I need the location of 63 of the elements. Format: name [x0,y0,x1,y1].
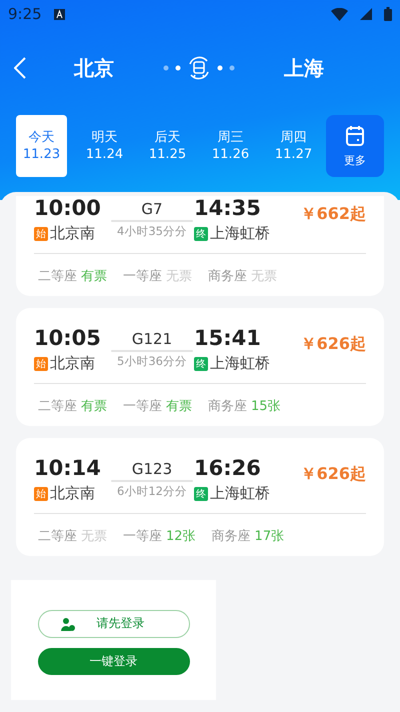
seat-availability: 12张 [166,529,196,544]
login-prompt-button[interactable]: 请先登录 [38,610,190,638]
seat-class: 商务座 [208,269,247,284]
seat-class: 一等座 [123,529,162,544]
travel-duration: 4小时35分分 [117,224,187,239]
more-dates-button[interactable]: 更多 [326,115,384,177]
seat-availability: 有票 [81,269,107,284]
signal-icon [360,8,372,20]
origin-badge: 始 [34,356,48,370]
calendar-icon [345,124,365,146]
departure-city[interactable]: 北京 [54,54,134,82]
seat-class: 二等座 [38,269,77,284]
departure-station: 北京南 [50,354,95,373]
arrival-time: 15:41 [194,326,262,350]
arrival-station: 上海虹桥 [210,484,270,503]
date-tab[interactable]: 周四 11.27 [268,115,319,177]
wifi-icon [331,8,348,20]
seat-class: 一等座 [123,399,162,414]
origin-badge: 始 [34,226,48,240]
battery-icon [384,7,392,21]
ticket-price: ￥626起 [300,463,366,485]
travel-duration: 5小时36分分 [117,354,187,369]
dots-icon [217,65,235,71]
train-number: G121 [132,330,172,348]
date-tab[interactable]: 明天 11.24 [79,115,130,177]
travel-duration: 6小时12分分 [117,484,187,499]
seat-class: 二等座 [38,529,77,544]
date-tab[interactable]: 后天 11.25 [142,115,193,177]
date-tab[interactable]: 周三 11.26 [205,115,256,177]
one-click-login-button[interactable]: 一键登录 [38,648,190,674]
terminal-badge: 终 [194,356,208,370]
train-number: G7 [141,200,163,218]
seat-class: 商务座 [208,399,247,414]
arrival-time: 14:35 [194,196,262,220]
train-card[interactable]: 10:05 G121 5小时36分分 15:41 ￥626起 始 北京南 终 上海虹桥 二等座 有票 一等座 有票 商务座 15张 [16,308,384,426]
seat-availability: 15张 [251,399,281,414]
dots-icon [163,65,181,71]
origin-badge: 始 [34,486,48,500]
back-icon[interactable] [14,57,26,79]
seat-class: 二等座 [38,399,77,414]
arrival-station: 上海虹桥 [210,354,270,373]
departure-time: 10:14 [34,456,102,480]
notification-icon [54,8,65,20]
seat-availability: 有票 [166,399,192,414]
departure-station: 北京南 [50,224,95,243]
departure-time: 10:05 [34,326,102,350]
seat-availability: 17张 [254,529,284,544]
seat-class: 商务座 [212,529,251,544]
arrival-station: 上海虹桥 [210,224,270,243]
terminal-badge: 终 [194,226,208,240]
ticket-price: ￥626起 [300,333,366,355]
date-tab[interactable]: 今天 11.23 [16,115,67,177]
departure-station: 北京南 [50,484,95,503]
seat-class: 一等座 [123,269,162,284]
status-time: 9:25 [8,5,42,23]
terminal-badge: 终 [194,486,208,500]
departure-time: 10:00 [34,196,102,220]
seat-availability: 有票 [81,399,107,414]
train-number: G123 [132,460,172,478]
arrival-time: 16:26 [194,456,262,480]
arrival-city[interactable]: 上海 [264,54,344,82]
ticket-price: ￥662起 [300,203,366,225]
user-icon [60,616,74,630]
